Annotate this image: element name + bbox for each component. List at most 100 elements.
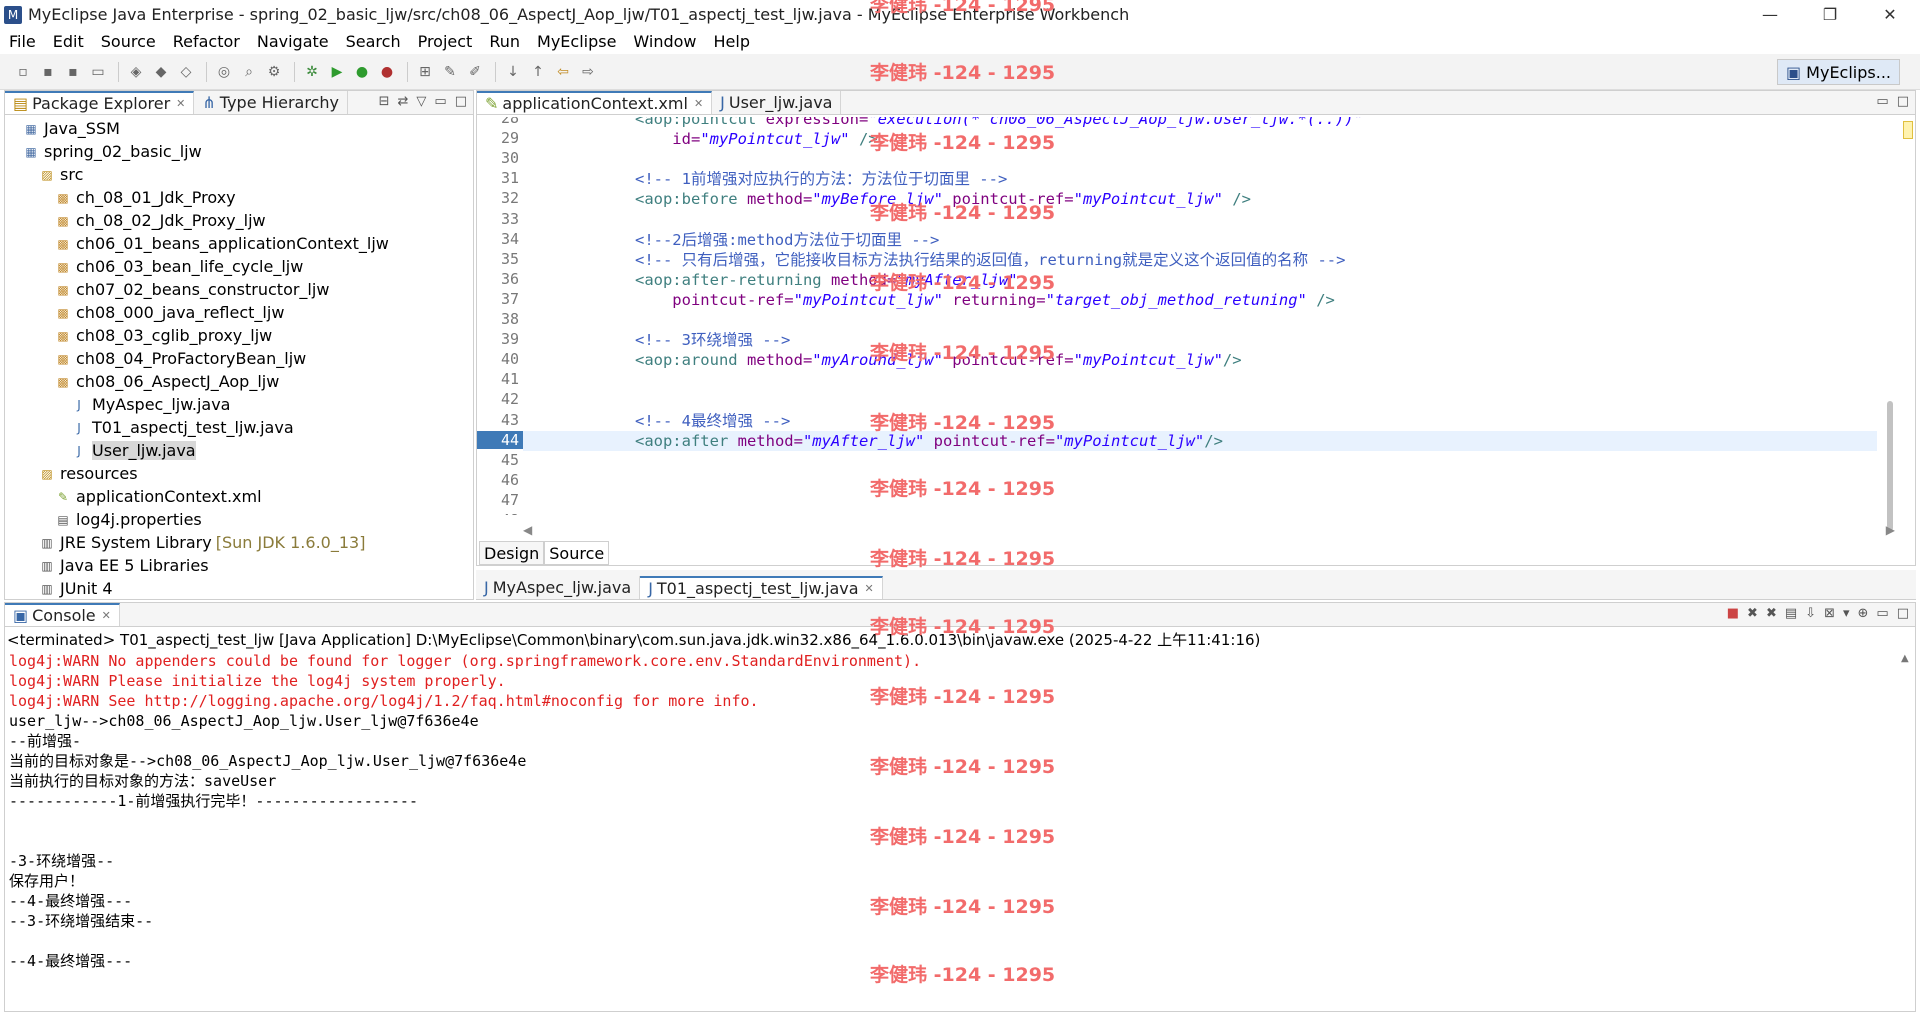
tab-myaspec-ljw-java[interactable]: J MyAspec_ljw.java <box>476 576 641 599</box>
clear-console-icon[interactable]: ▤ <box>1785 606 1797 621</box>
tab-user-ljw-java[interactable]: J User_ljw.java <box>712 91 842 114</box>
perspective-switcher[interactable]: ▣ MyEclips... <box>1777 59 1900 85</box>
tree-item[interactable]: ▥ JUnit 4 <box>5 577 473 599</box>
horizontal-scrollbar[interactable]: ◀ ▶ <box>523 523 1895 537</box>
link-editor-icon[interactable]: ⇄ <box>398 94 409 109</box>
tree-item[interactable]: ▩ ch_08_02_Jdk_Proxy_ljw <box>5 209 473 232</box>
build-icon[interactable]: ⚙ <box>263 61 285 83</box>
forward-icon[interactable]: ⇨ <box>577 61 599 83</box>
tree-item[interactable]: ▦ Java_SSM <box>5 117 473 140</box>
deploy-icon[interactable]: ◆ <box>150 61 172 83</box>
maximize-view-icon[interactable]: □ <box>1897 94 1909 109</box>
save-all-icon[interactable]: ▪ <box>62 61 84 83</box>
minimize-view-icon[interactable]: ▭ <box>1876 94 1888 109</box>
menu-project[interactable]: Project <box>409 32 481 51</box>
display-console-icon[interactable]: ▾ <box>1843 606 1850 621</box>
vertical-scrollbar-thumb[interactable] <box>1887 401 1893 531</box>
tree-item[interactable]: ▩ ch07_02_beans_constructor_ljw <box>5 278 473 301</box>
marker-icon[interactable]: ✎ <box>439 61 461 83</box>
new-icon[interactable]: ▫ <box>12 61 34 83</box>
close-icon[interactable]: ✕ <box>102 609 111 622</box>
tab-console[interactable]: ▣ Console ✕ <box>5 603 120 626</box>
tree-item[interactable]: J MyAspec_ljw.java <box>5 393 473 416</box>
tree-item[interactable]: ▩ ch08_04_ProFactoryBean_ljw <box>5 347 473 370</box>
menu-refactor[interactable]: Refactor <box>164 32 248 51</box>
save-icon[interactable]: ▪ <box>37 61 59 83</box>
run-icon[interactable]: ▶ <box>326 61 348 83</box>
tree-item-label: ch_08_01_Jdk_Proxy <box>76 188 236 207</box>
view-menu-icon[interactable]: ▽ <box>416 94 426 109</box>
tab-applicationcontext-xml[interactable]: ✎ applicationContext.xml ✕ <box>477 91 713 114</box>
menu-run[interactable]: Run <box>480 32 528 51</box>
close-icon[interactable]: ✕ <box>865 582 874 595</box>
library-icon: ▥ <box>41 535 53 550</box>
open-console-icon[interactable]: ⊕ <box>1858 606 1869 621</box>
menu-file[interactable]: File <box>0 32 44 51</box>
new-project-icon[interactable]: ◈ <box>125 61 147 83</box>
scroll-lock-icon[interactable]: ⇩ <box>1805 606 1816 621</box>
menu-search[interactable]: Search <box>337 32 409 51</box>
close-icon[interactable]: ✕ <box>694 97 703 110</box>
minimize-view-icon[interactable]: ▭ <box>1876 606 1888 621</box>
menu-myeclipse[interactable]: MyEclipse <box>528 32 624 51</box>
menu-navigate[interactable]: Navigate <box>248 32 337 51</box>
run-server-icon[interactable]: ● <box>351 61 373 83</box>
remove-all-launches-icon[interactable]: ✖ <box>1766 606 1777 621</box>
close-icon[interactable]: ✕ <box>176 97 185 110</box>
tree-item[interactable]: ▥ JRE System Library [Sun JDK 1.6.0_13] <box>5 531 473 554</box>
debug-icon[interactable]: ✲ <box>301 61 323 83</box>
tree-item[interactable]: ▨ src <box>5 163 473 186</box>
tree-item-label: ch07_02_beans_constructor_ljw <box>76 280 330 299</box>
code-area[interactable]: 28 <aop:pointcut expression="execution(*… <box>477 117 1915 515</box>
code-line: <aop:after method="myAfter_ljw" pointcut… <box>523 430 1877 451</box>
tree-item[interactable]: ▩ ch08_000_java_reflect_ljw <box>5 301 473 324</box>
console-line: --3-环绕增强结束-- <box>9 912 154 930</box>
next-annotation-icon[interactable]: ↓ <box>502 61 524 83</box>
code-line: <!-- 4最终增强 --> <box>523 411 1877 431</box>
tree-item[interactable]: ✎ applicationContext.xml <box>5 485 473 508</box>
tree-item[interactable]: ▩ ch08_03_cglib_proxy_ljw <box>5 324 473 347</box>
previous-annotation-icon[interactable]: ↑ <box>527 61 549 83</box>
tree-item[interactable]: ▤ log4j.properties <box>5 508 473 531</box>
tree-item[interactable]: ▦ spring_02_basic_ljw <box>5 140 473 163</box>
menu-window[interactable]: Window <box>624 32 704 51</box>
tree-item[interactable]: ▩ ch_08_01_Jdk_Proxy <box>5 186 473 209</box>
maximize-button[interactable]: ❐ <box>1800 0 1860 29</box>
back-icon[interactable]: ⇦ <box>552 61 574 83</box>
external-tools-icon[interactable]: ● <box>376 61 398 83</box>
menu-help[interactable]: Help <box>705 32 758 51</box>
print-icon[interactable]: ▭ <box>87 61 109 83</box>
maximize-view-icon[interactable]: □ <box>1897 606 1909 621</box>
browser-icon[interactable]: ⊞ <box>414 61 436 83</box>
remove-launch-icon[interactable]: ✖ <box>1747 606 1758 621</box>
terminate-icon[interactable]: ■ <box>1727 606 1739 621</box>
tree-item[interactable]: ▩ ch06_03_bean_life_cycle_ljw <box>5 255 473 278</box>
tab-source[interactable]: Source <box>544 541 610 565</box>
minimize-button[interactable]: — <box>1740 0 1800 29</box>
tree-item[interactable]: ▨ resources <box>5 462 473 485</box>
menu-edit[interactable]: Edit <box>44 32 92 51</box>
console-output[interactable]: log4j:WARN No appenders could be found f… <box>9 651 1895 1011</box>
tab-type-hierarchy[interactable]: ⋔ Type Hierarchy <box>194 91 348 114</box>
tab-package-explorer[interactable]: ▤ Package Explorer ✕ <box>5 91 195 114</box>
tree-item[interactable]: J User_ljw.java <box>5 439 473 462</box>
tab-t01-aspectj-test-ljw-java[interactable]: J T01_aspectj_test_ljw.java ✕ <box>640 576 883 599</box>
tab-design[interactable]: Design <box>479 541 545 565</box>
close-button[interactable]: ✕ <box>1860 0 1920 29</box>
collapse-all-icon[interactable]: ⊟ <box>379 94 390 109</box>
open-type-icon[interactable]: ◎ <box>213 61 235 83</box>
tree-item[interactable]: ▩ ch06_01_beans_applicationContext_ljw <box>5 232 473 255</box>
tree-item[interactable]: ▥ Java EE 5 Libraries <box>5 554 473 577</box>
scroll-up-icon[interactable]: ▲ <box>1901 653 1911 664</box>
scroll-left-icon[interactable]: ◀ <box>523 523 532 537</box>
annotation-icon[interactable]: ✐ <box>464 61 486 83</box>
server-icon[interactable]: ◇ <box>175 61 197 83</box>
scroll-right-icon[interactable]: ▶ <box>1886 523 1895 537</box>
tree-item[interactable]: ▩ ch08_06_AspectJ_Aop_ljw <box>5 370 473 393</box>
maximize-view-icon[interactable]: □ <box>455 94 467 109</box>
search-icon[interactable]: ⌕ <box>238 61 260 83</box>
tree-item[interactable]: J T01_aspectj_test_ljw.java <box>5 416 473 439</box>
pin-console-icon[interactable]: ⊠ <box>1824 606 1835 621</box>
minimize-view-icon[interactable]: ▭ <box>434 94 446 109</box>
menu-source[interactable]: Source <box>92 32 164 51</box>
